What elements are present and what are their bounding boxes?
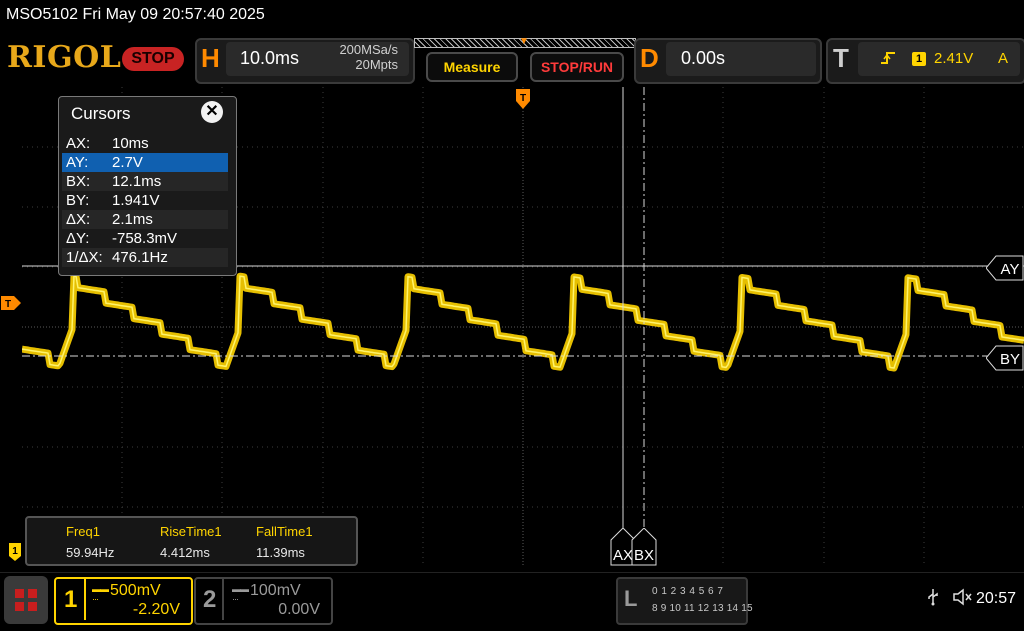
cursor-row-value: 2.7V [112,154,143,171]
delay-value: 0.00s [681,48,726,68]
cursor-bx-tag[interactable]: BX [631,528,657,566]
channel-1-offset: -2.20V [132,601,180,618]
cursor-by-label: BY [1000,351,1020,368]
trigger-level: 2.41V [934,50,974,67]
cursor-row-key: ΔY: [66,230,90,247]
cursor-row-value: 2.1ms [112,211,153,228]
stop-run-button[interactable]: STOP/RUN [530,52,624,82]
cursor-row-inverse-delta-x: 1/ΔX: 476.1Hz [62,248,228,267]
channel-2-divider [222,578,224,620]
measurement-label: Freq1 [66,524,100,539]
cursor-row-by[interactable]: BY: 1.941V [62,191,228,210]
timebase-value: 10.0ms [240,48,300,68]
cursor-row-key: ΔX: [66,211,91,228]
cursor-row-value: -758.3mV [112,230,178,247]
cursor-row-value: 12.1ms [112,173,162,190]
channel-1-marker-icon[interactable]: 1 [8,542,22,562]
cursor-row-key: BX: [66,173,91,190]
run-status-label: STOP [131,50,175,67]
memory-depth: 20Mpts [355,57,398,72]
cursor-row-ay[interactable]: AY: 2.7V [62,153,228,172]
cursor-row-value: 10ms [112,135,149,152]
trigger-letter: T [833,43,849,73]
channel-1-number: 1 [64,586,78,613]
trigger-level-label: T [5,299,11,310]
cursor-by-tag[interactable]: BY [986,345,1024,371]
channel-2-offset: 0.00V [278,601,320,618]
measurement-label: FallTime1 [256,524,313,539]
mute-icon[interactable] [952,588,972,611]
cursor-row-key: 1/ΔX: [66,249,103,266]
device-title: MSO5102 Fri May 09 20:57:40 2025 [6,6,265,23]
cursor-row-key: AY: [66,154,89,171]
cursor-row-key: BY: [66,192,90,209]
cursor-ay-tag[interactable]: AY [986,255,1024,281]
rising-edge-icon [880,50,896,70]
trigger-position-label: T [520,93,526,104]
measurement-value: 4.412ms [160,545,210,560]
sample-rate: 200MSa/s [339,42,398,57]
measurement-label: RiseTime1 [160,524,222,539]
cursor-row-ax[interactable]: AX: 10ms [62,134,228,153]
channel-2-number: 2 [203,586,217,613]
trigger-position-icon[interactable]: T [515,88,531,110]
cursor-row-key: AX: [66,135,91,152]
overview-trigger-marker-icon: ▼ [519,36,529,47]
channel-1-scale: 500mV [110,582,161,599]
measurement-value: 59.94Hz [66,545,115,560]
trigger-level-icon[interactable]: T [0,295,22,311]
cursor-row-bx[interactable]: BX: 12.1ms [62,172,228,191]
cursor-ax-label: AX [613,547,633,564]
app-menu-button[interactable] [4,576,48,624]
delay-letter: D [640,43,659,73]
measure-button[interactable]: Measure [426,52,518,82]
horizontal-letter: H [201,43,220,73]
close-icon[interactable]: ✕ [201,101,223,123]
cursor-bx-label: BX [634,547,654,564]
measurement-value: 11.39ms [256,545,305,560]
logic-channels-row-2: 8 9 10 11 12 13 14 15 [652,603,753,614]
run-status-badge[interactable]: STOP [122,47,184,71]
rigol-logo: RIGOL [7,40,122,75]
cursors-panel-title: Cursors [71,104,131,123]
trigger-mode: A [998,50,1009,67]
trigger-source-badge: 1 [912,52,926,66]
logic-letter: L [624,586,638,611]
cursor-row-delta-x: ΔX: 2.1ms [62,210,228,229]
cursor-row-value: 476.1Hz [112,249,168,266]
cursor-row-delta-y: ΔY: -758.3mV [62,229,228,248]
cursor-row-value: 1.941V [112,192,160,209]
channel-1-marker-label: 1 [12,546,18,557]
app-grid-icon [15,589,37,611]
system-clock: 20:57 [976,590,1017,607]
logic-channels-row-1: 0 1 2 3 4 5 6 7 [652,586,724,597]
usb-icon [926,588,940,611]
cursor-ay-label: AY [1001,261,1020,278]
channel-2-scale: 100mV [250,582,301,599]
